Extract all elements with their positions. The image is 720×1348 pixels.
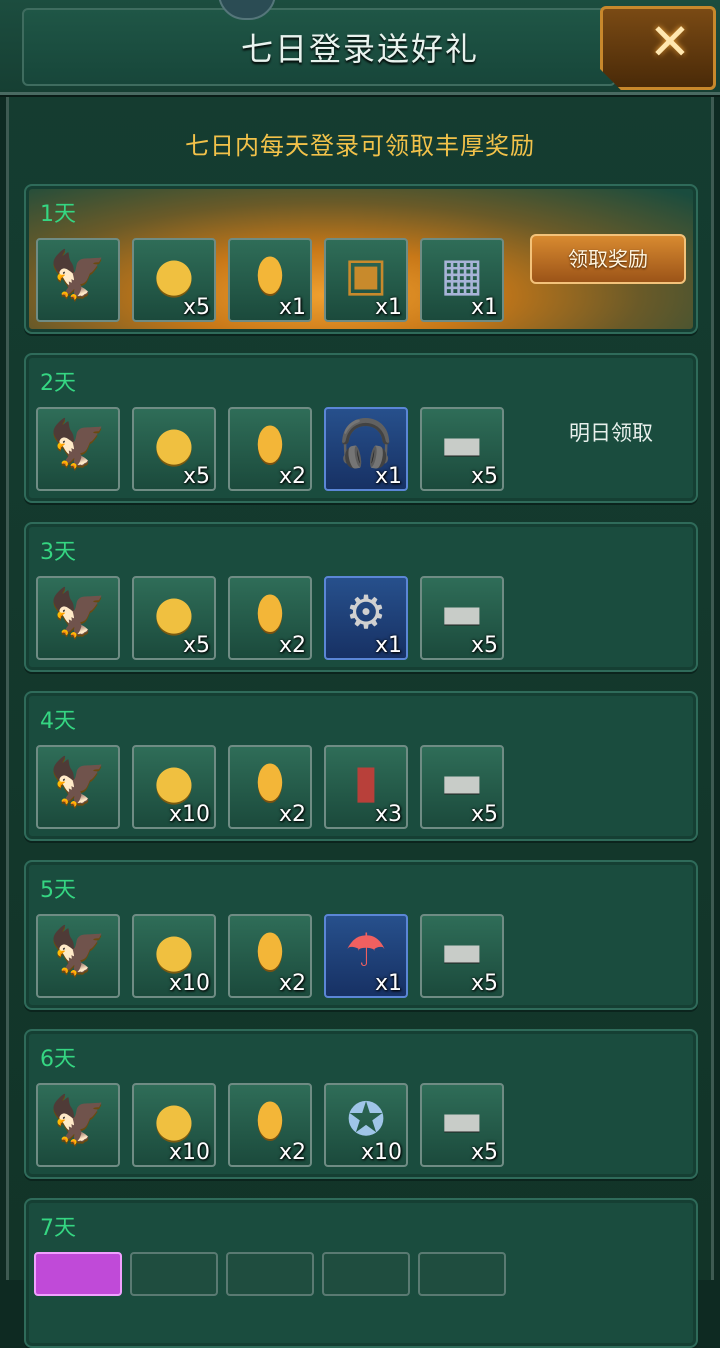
reward-item[interactable]: ⬮ x2: [228, 576, 312, 660]
item-quantity: x10: [360, 1140, 402, 1165]
reward-item[interactable]: ⬮ x2: [228, 914, 312, 998]
reward-item[interactable]: ⬮ x2: [228, 407, 312, 491]
reward-item[interactable]: ▣ x1: [324, 238, 408, 322]
item-quantity: x2: [278, 971, 306, 996]
reward-item[interactable]: ▮ x3: [324, 745, 408, 829]
day-panel-6: 6天 🦅 ● x10 ⬮ x2 ✪ x10 ▬ x5: [24, 1029, 698, 1179]
reward-item[interactable]: ▬ x5: [420, 914, 504, 998]
reward-item[interactable]: ✪ x10: [324, 1083, 408, 1167]
reward-item[interactable]: 🦅: [36, 238, 120, 322]
reward-item[interactable]: 🎧 x1: [324, 407, 408, 491]
reward-item[interactable]: ▬ x5: [420, 407, 504, 491]
day-label: 7天: [40, 1216, 76, 1241]
item-quantity: x5: [182, 464, 210, 489]
item-quantity: x1: [374, 971, 402, 996]
reward-item[interactable]: ● x10: [132, 914, 216, 998]
item-quantity: x10: [168, 971, 210, 996]
day-panel-1: 1天 🦅 ● x5 ⬮ x1 ▣ x1 ▦ x1 领取奖励: [24, 184, 698, 334]
item-quantity: x1: [374, 295, 402, 320]
day-panel-4: 4天 🦅 ● x10 ⬮ x2 ▮ x3 ▬ x5: [24, 691, 698, 841]
reward-item[interactable]: [418, 1252, 506, 1296]
subtitle: 七日内每天登录可领取丰厚奖励: [185, 132, 535, 160]
day-label: 2天: [40, 371, 76, 396]
claim-reward-button[interactable]: 领取奖励: [530, 234, 686, 284]
reward-item[interactable]: 🦅: [36, 914, 120, 998]
item-quantity: x2: [278, 633, 306, 658]
reward-item[interactable]: [34, 1252, 122, 1296]
day-panel-5: 5天 🦅 ● x10 ⬮ x2 ☂ x1 ▬ x5: [24, 860, 698, 1010]
reward-item[interactable]: ⬮ x2: [228, 745, 312, 829]
eagle-insignia-icon: 🦅: [49, 1092, 107, 1146]
reward-item[interactable]: ▬ x5: [420, 745, 504, 829]
reward-item[interactable]: 🦅: [36, 745, 120, 829]
eagle-insignia-icon: 🦅: [49, 247, 107, 301]
eagle-insignia-icon: 🦅: [49, 585, 107, 639]
item-quantity: x1: [278, 295, 306, 320]
reward-item[interactable]: ▦ x1: [420, 238, 504, 322]
item-quantity: x5: [182, 633, 210, 658]
item-quantity: x3: [374, 802, 402, 827]
item-quantity: x2: [278, 1140, 306, 1165]
reward-item[interactable]: ● x5: [132, 576, 216, 660]
day-panel-3: 3天 🦅 ● x5 ⬮ x2 ⚙ x1 ▬ x5: [24, 522, 698, 672]
reward-item[interactable]: [226, 1252, 314, 1296]
reward-item[interactable]: ▬ x5: [420, 576, 504, 660]
item-quantity: x1: [374, 464, 402, 489]
day-label: 4天: [40, 709, 76, 734]
dialog-header: 七日登录送好礼 ✕: [0, 0, 720, 95]
day-label: 1天: [40, 202, 76, 227]
item-quantity: x5: [470, 1140, 498, 1165]
reward-item[interactable]: 🦅: [36, 407, 120, 491]
item-quantity: x5: [470, 464, 498, 489]
item-quantity: x1: [470, 295, 498, 320]
day-label: 6天: [40, 1047, 76, 1072]
eagle-insignia-icon: 🦅: [49, 416, 107, 470]
reward-item[interactable]: [130, 1252, 218, 1296]
reward-item[interactable]: ⬮ x1: [228, 238, 312, 322]
reward-item[interactable]: [322, 1252, 410, 1296]
eagle-insignia-icon: 🦅: [49, 754, 107, 808]
reward-item[interactable]: ● x10: [132, 745, 216, 829]
item-quantity: x1: [374, 633, 402, 658]
reward-item[interactable]: 🦅: [36, 576, 120, 660]
item-quantity: x5: [470, 633, 498, 658]
eagle-insignia-icon: 🦅: [49, 923, 107, 977]
reward-item[interactable]: ⬮ x2: [228, 1083, 312, 1167]
item-quantity: x10: [168, 1140, 210, 1165]
reward-item[interactable]: 🦅: [36, 1083, 120, 1167]
item-quantity: x5: [470, 971, 498, 996]
reward-item[interactable]: ● x10: [132, 1083, 216, 1167]
reward-item[interactable]: ● x5: [132, 407, 216, 491]
item-quantity: x5: [182, 295, 210, 320]
status-text: 明日领取: [569, 421, 653, 445]
day-label: 5天: [40, 878, 76, 903]
reward-item[interactable]: ▬ x5: [420, 1083, 504, 1167]
item-quantity: x2: [278, 802, 306, 827]
day-label: 3天: [40, 540, 76, 565]
reward-item[interactable]: ● x5: [132, 238, 216, 322]
close-x-icon[interactable]: ✕: [638, 14, 702, 70]
item-quantity: x2: [278, 464, 306, 489]
item-quantity: x10: [168, 802, 210, 827]
reward-item[interactable]: ⚙ x1: [324, 576, 408, 660]
item-quantity: x5: [470, 802, 498, 827]
reward-item[interactable]: ☂ x1: [324, 914, 408, 998]
day-panel-2: 2天 🦅 ● x5 ⬮ x2 🎧 x1 ▬ x5 明日领取: [24, 353, 698, 503]
